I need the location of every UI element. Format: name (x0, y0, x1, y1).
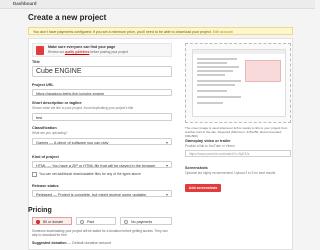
pricing-title: Pricing (28, 207, 52, 214)
promo-text-suffix: before posting your project (89, 50, 128, 54)
cover-image-preview (192, 49, 286, 117)
downloadable-files-checkbox[interactable] (32, 172, 37, 177)
top-nav-bar: Dashboard (0, 0, 315, 9)
promo-title: Make sure everyone can find your page (48, 45, 116, 49)
kind-of-project-select[interactable]: HTML — You have a ZIP or HTML file that … (32, 161, 172, 168)
classification-select[interactable]: Games — A piece of software you can play (32, 138, 172, 145)
pricing-help-text: Someone downloading your project will be… (32, 229, 168, 237)
suggested-donation-label: Suggested donation — Default donation am… (32, 241, 111, 245)
page-title: Create a new project (28, 13, 107, 22)
release-status-label: Release status (32, 184, 59, 188)
screenshots-hint: Optional but highly recommended. Upload … (185, 171, 276, 175)
tagline-label: Short description or tagline (32, 101, 82, 105)
promo-image (36, 46, 44, 55)
suggested-donation-hint: — Default donation amount (67, 241, 112, 245)
screenshots-label: Screenshots (185, 166, 208, 170)
tagline-input[interactable]: test (32, 113, 172, 121)
project-url-label: Project URL (32, 83, 54, 87)
pricing-option-no-payments[interactable]: No payments (120, 217, 172, 225)
video-hint: Provide a link to YouTube or Vimeo (185, 144, 235, 148)
payments-warning-banner: You don't have payments configured: If y… (28, 27, 293, 35)
radio-icon (80, 220, 84, 224)
pricing-option-paid[interactable]: Paid (76, 217, 116, 225)
classification-label: Classification (32, 126, 57, 130)
dashboard-link[interactable]: Dashboard (13, 1, 37, 6)
project-url-input[interactable]: https://gigaloop-tetris.itch.io/cube-eng… (32, 89, 172, 96)
video-label: Gameplay video or trailer (185, 139, 231, 143)
pricing-option-label: Paid (87, 219, 95, 224)
title-label: Title (32, 60, 40, 64)
add-screenshots-button[interactable]: Add screenshots (185, 184, 221, 192)
radio-icon (36, 220, 40, 224)
promo-text-prefix: Review our (48, 50, 65, 54)
cover-image-note: The cover image is used whenever itch.io… (185, 126, 288, 138)
pricing-option-label: No payments (131, 219, 153, 224)
edit-account-link[interactable]: Edit account (213, 30, 233, 34)
pricing-option-label: $0 or donate (43, 219, 64, 224)
radio-icon (124, 220, 128, 224)
quality-guidelines-link[interactable]: quality guidelines (65, 50, 89, 54)
video-url-input[interactable]: https://www.youtube.com/watch?v=5yE3Js (185, 150, 291, 157)
quality-guidelines-promo: Make sure everyone can find your page Re… (32, 43, 172, 57)
cover-image-upload[interactable] (185, 43, 291, 123)
title-input[interactable]: Cube ENGINE (32, 66, 172, 77)
promo-text: Review our quality guidelines before pos… (48, 50, 128, 54)
kind-of-project-label: Kind of project (32, 155, 59, 159)
suggested-donation-title: Suggested donation (32, 241, 67, 245)
warning-text: You don't have payments configured: If y… (33, 29, 212, 34)
classification-hint: What are you uploading? (32, 131, 68, 135)
downloadable-files-label: You can set additional downloadable file… (39, 172, 141, 176)
release-status-select[interactable]: Released — Project is complete, but migh… (32, 190, 172, 197)
pricing-option-donate[interactable]: $0 or donate (32, 217, 72, 225)
tagline-hint: Shown when we link to your project. Avoi… (32, 106, 134, 110)
